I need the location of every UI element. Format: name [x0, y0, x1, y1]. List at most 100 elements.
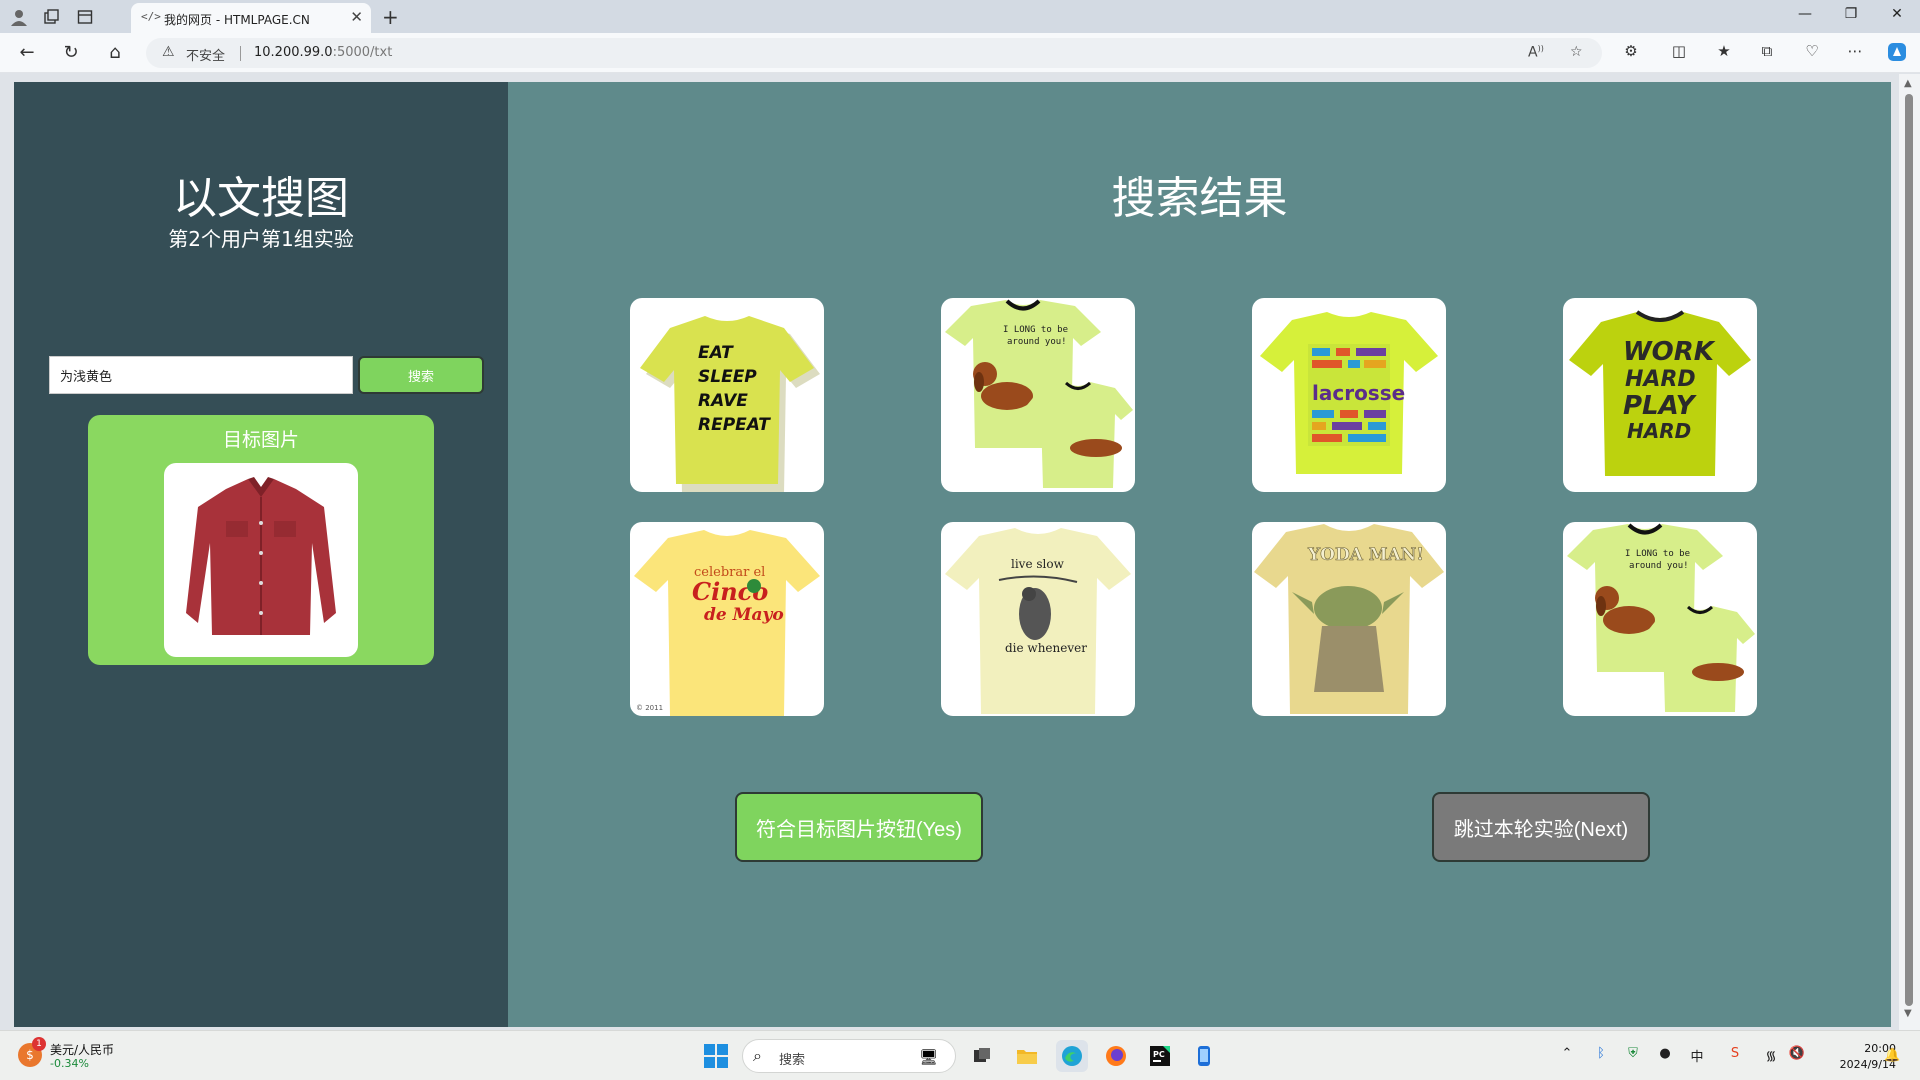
new-tab-icon[interactable]: +	[382, 5, 399, 29]
currency-change: -0.34%	[50, 1057, 89, 1070]
result-text: © 2011	[636, 704, 663, 712]
result-image-5[interactable]: celebrar el Cinco de Mayo © 2011	[630, 522, 824, 716]
task-view-icon[interactable]	[966, 1040, 998, 1072]
currency-widget[interactable]: $ 1 美元/人民币 -0.34%	[18, 1037, 128, 1073]
refresh-icon[interactable]: ↻	[58, 41, 84, 65]
result-text: HARD	[1625, 367, 1696, 392]
url-text[interactable]: 10.200.99.0:5000/txt	[254, 45, 392, 60]
scroll-down-icon[interactable]: ▼	[1904, 1008, 1912, 1019]
search-button[interactable]: 搜索	[358, 356, 484, 394]
result-text: I LONG to be	[1003, 325, 1068, 335]
page-viewport: 以文搜图 第2个用户第1组实验 搜索 目标图片 搜索结果	[0, 74, 1920, 1030]
window-close-icon[interactable]: ✕	[1882, 6, 1912, 22]
insecure-label[interactable]: 不安全	[186, 45, 225, 64]
collections-icon[interactable]: ⧉	[1756, 42, 1778, 60]
result-text: RAVE	[698, 391, 748, 411]
bluetooth-icon[interactable]: ᛒ	[1590, 1046, 1612, 1061]
url-path: :5000/txt	[332, 45, 393, 60]
result-image-2[interactable]: I LONG to be around you!	[941, 298, 1135, 492]
browser-toolbar: ← ↻ ⌂ ⚠ 不安全 10.200.99.0:5000/txt A)) ☆ ⚙…	[0, 33, 1920, 73]
browser-tab-bar: </> 我的网页 - HTMLPAGE.CN ✕ + — ❐ ✕	[0, 0, 1920, 33]
profile-icon[interactable]	[8, 6, 30, 28]
next-button[interactable]: 跳过本轮实验(Next)	[1432, 792, 1650, 862]
result-text: live slow	[1011, 557, 1065, 571]
svg-text:PC: PC	[1153, 1050, 1165, 1059]
scroll-thumb[interactable]	[1905, 94, 1913, 1006]
target-image	[164, 463, 358, 657]
workspaces-icon[interactable]	[40, 6, 62, 28]
favorite-star-icon[interactable]: ☆	[1570, 44, 1583, 60]
result-image-7[interactable]: YODA MAN!	[1252, 522, 1446, 716]
warning-icon[interactable]: ⚠	[162, 44, 175, 60]
tray-overflow-icon[interactable]: ⌃	[1556, 1046, 1578, 1061]
result-text: REPEAT	[698, 415, 771, 435]
result-image-1[interactable]: EAT SLEEP RAVE REPEAT	[630, 298, 824, 492]
tab-title: 我的网页 - HTMLPAGE.CN	[164, 13, 310, 27]
url-host: 10.200.99.0	[254, 45, 333, 60]
taskbar-search[interactable]: ⌕ 搜索 🖥	[742, 1039, 956, 1073]
target-image-label: 目标图片	[222, 429, 299, 451]
volume-muted-icon[interactable]: 🔇	[1786, 1046, 1808, 1061]
qq-icon[interactable]: ●	[1654, 1046, 1676, 1061]
phone-link-icon[interactable]	[1188, 1040, 1220, 1072]
tab-favicon-icon: </>	[141, 10, 161, 23]
address-bar[interactable]: ⚠ 不安全 10.200.99.0:5000/txt A)) ☆	[146, 38, 1602, 68]
result-text: PLAY	[1623, 391, 1698, 421]
ime-indicator[interactable]: 中	[1686, 1046, 1708, 1065]
copilot-icon[interactable]	[1886, 42, 1908, 66]
yes-button[interactable]: 符合目标图片按钮(Yes)	[735, 792, 983, 862]
result-image-6[interactable]: live slow die whenever	[941, 522, 1135, 716]
result-text: YODA MAN!	[1307, 545, 1424, 565]
result-text: WORK	[1623, 337, 1716, 367]
page-subtitle: 第2个用户第1组实验	[168, 227, 354, 251]
target-image-card: 目标图片	[88, 415, 434, 665]
result-text: de Mayo	[704, 605, 784, 625]
result-text: EAT	[698, 343, 734, 363]
read-aloud-icon[interactable]: A))	[1528, 44, 1544, 61]
wifi-icon[interactable]: ᯾	[1760, 1046, 1782, 1064]
result-text: around you!	[1629, 561, 1689, 571]
page-title: 以文搜图	[173, 173, 349, 224]
back-icon[interactable]: ←	[14, 41, 40, 65]
results-title: 搜索结果	[1111, 173, 1288, 224]
tab-actions-icon[interactable]	[74, 6, 96, 28]
result-text: HARD	[1627, 419, 1691, 443]
search-icon: ⌕	[753, 1046, 762, 1065]
result-text: lacrosse	[1312, 381, 1405, 405]
browser-essentials-icon[interactable]: ♡	[1801, 42, 1823, 60]
security-icon[interactable]: ⛨	[1622, 1046, 1644, 1061]
scroll-up-icon[interactable]: ▲	[1904, 78, 1912, 89]
input-method-icon[interactable]: S	[1724, 1046, 1746, 1061]
right-panel: 搜索结果 EAT SLEEP RAVE REPEAT I LONG to be …	[508, 82, 1891, 1027]
page-scrollbar[interactable]: ▲ ▼	[1899, 74, 1920, 1030]
tab-close-icon[interactable]: ✕	[350, 8, 363, 26]
left-panel: 以文搜图 第2个用户第1组实验 搜索 目标图片	[14, 82, 508, 1027]
edge-browser-icon[interactable]	[1056, 1040, 1088, 1072]
notification-bell-icon[interactable]: 🔔	[1884, 1048, 1900, 1063]
minimize-icon[interactable]: —	[1790, 6, 1820, 22]
result-image-8[interactable]: I LONG to be around you!	[1563, 522, 1757, 716]
favorites-icon[interactable]: ★	[1713, 42, 1735, 60]
firefox-icon[interactable]	[1100, 1040, 1132, 1072]
address-separator	[240, 46, 241, 61]
result-image-3[interactable]: lacrosse	[1252, 298, 1446, 492]
search-input[interactable]	[49, 356, 353, 394]
notification-badge: 1	[32, 1037, 46, 1051]
result-text: around you!	[1007, 337, 1067, 347]
result-text: I LONG to be	[1625, 549, 1690, 559]
result-image-4[interactable]: WORK HARD PLAY HARD	[1563, 298, 1757, 492]
browser-tab[interactable]: </> 我的网页 - HTMLPAGE.CN ✕	[131, 3, 371, 33]
extensions-icon[interactable]: ⚙	[1620, 42, 1642, 60]
pycharm-icon[interactable]: PC	[1144, 1040, 1176, 1072]
start-windows-icon[interactable]	[704, 1044, 728, 1068]
more-menu-icon[interactable]: ⋯	[1844, 42, 1866, 60]
result-text: die whenever	[1005, 641, 1087, 655]
file-explorer-icon[interactable]	[1011, 1040, 1043, 1072]
windows-taskbar: $ 1 美元/人民币 -0.34% ⌕ 搜索 🖥 PC ⌃ ᛒ ⛨ ● 中 S …	[0, 1030, 1920, 1080]
split-screen-icon[interactable]: ◫	[1668, 42, 1690, 60]
restore-icon[interactable]: ❐	[1836, 6, 1866, 22]
currency-pair: 美元/人民币	[50, 1043, 115, 1057]
red-shirt-image	[186, 477, 336, 635]
home-icon[interactable]: ⌂	[102, 41, 128, 65]
taskbar-search-placeholder: 搜索	[779, 1053, 806, 1068]
